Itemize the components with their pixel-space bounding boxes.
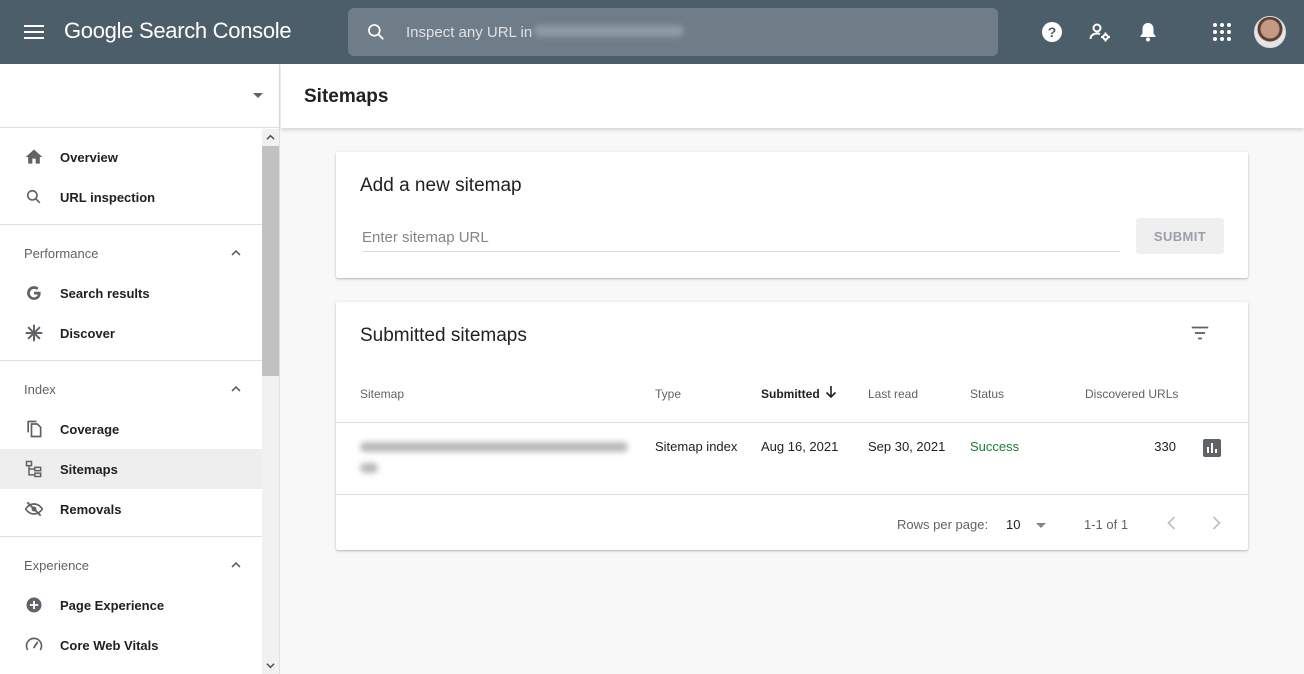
- chevron-up-icon: [231, 385, 241, 392]
- filter-icon[interactable]: [1189, 322, 1211, 344]
- divider: [0, 536, 262, 537]
- divider: [336, 422, 1248, 423]
- card-title: Add a new sitemap: [360, 175, 522, 196]
- sidebar-item-label: Sitemaps: [60, 462, 118, 477]
- arrow-down-icon[interactable]: [824, 385, 838, 399]
- app-title[interactable]: Google Search Console: [64, 18, 292, 44]
- sidebar-item-core-web-vitals[interactable]: Core Web Vitals: [0, 625, 262, 665]
- sidebar-item-label: Core Web Vitals: [60, 638, 159, 653]
- help-icon[interactable]: ?: [1040, 20, 1064, 44]
- svg-text:?: ?: [1048, 24, 1057, 40]
- section-performance[interactable]: Performance: [0, 233, 262, 273]
- sidebar-nav: Overview URL inspection Performance Sear…: [0, 129, 262, 674]
- sidebar-item-sitemaps[interactable]: Sitemaps: [0, 449, 262, 489]
- divider: [0, 360, 262, 361]
- sidebar-item-label: Search results: [60, 286, 150, 301]
- add-circle-icon: [26, 597, 42, 613]
- speed-gauge-icon: [25, 637, 43, 651]
- menu-icon[interactable]: [24, 21, 46, 43]
- google-g-icon: [27, 286, 41, 300]
- column-header-submitted[interactable]: Submitted: [761, 387, 820, 401]
- rows-per-page-value: 10: [1006, 517, 1021, 532]
- column-header-last-read[interactable]: Last read: [868, 387, 918, 401]
- status-badge: Success: [970, 439, 1020, 454]
- sidebar-item-label: Page Experience: [60, 598, 165, 613]
- scrollbar-thumb[interactable]: [262, 146, 279, 376]
- pagination-range: 1-1 of 1: [1084, 517, 1129, 532]
- dropdown-caret-icon: [253, 93, 263, 98]
- chevron-up-icon: [231, 249, 241, 256]
- sidebar-item-label: Coverage: [60, 422, 120, 437]
- submit-button[interactable]: SUBMIT: [1136, 218, 1224, 254]
- add-sitemap-card: Add a new sitemap SUBMIT: [336, 152, 1248, 278]
- sitemap-url-input[interactable]: [362, 224, 1120, 252]
- cell-last-read: Sep 30, 2021: [868, 439, 946, 454]
- sidebar-item-label: Discover: [60, 326, 115, 341]
- sitemap-tree-icon: [25, 460, 42, 478]
- sidebar-item-overview[interactable]: Overview: [0, 137, 262, 177]
- chevron-down-icon[interactable]: [266, 661, 275, 670]
- search-icon: [26, 189, 41, 204]
- chevron-left-icon[interactable]: [1162, 513, 1182, 533]
- sidebar-item-url-inspection[interactable]: URL inspection: [0, 177, 262, 217]
- divider: [336, 494, 1248, 495]
- sidebar-item-page-experience[interactable]: Page Experience: [0, 585, 262, 625]
- chevron-right-icon[interactable]: [1206, 513, 1226, 533]
- chevron-up-icon[interactable]: [266, 133, 275, 142]
- dropdown-caret-icon: [1036, 523, 1046, 528]
- sidebar-item-search-results[interactable]: Search results: [0, 273, 262, 313]
- search-icon: [368, 24, 384, 40]
- sidebar-scrollbar[interactable]: [262, 129, 279, 674]
- sidebar-item-discover[interactable]: Discover: [0, 313, 262, 353]
- cell-discovered-urls: 330: [1154, 439, 1176, 454]
- search-input[interactable]: [406, 18, 986, 46]
- divider: [0, 224, 262, 225]
- section-experience[interactable]: Experience: [0, 545, 262, 585]
- home-icon: [25, 149, 43, 164]
- sidebar-item-label: URL inspection: [60, 190, 156, 205]
- page-header: Sitemaps: [281, 64, 1304, 128]
- notifications-icon[interactable]: [1136, 20, 1160, 44]
- section-label: Performance: [24, 246, 99, 261]
- property-selector[interactable]: [0, 64, 279, 128]
- sidebar-item-label: Overview: [60, 150, 118, 165]
- asterisk-icon: [25, 324, 43, 342]
- sidebar: Overview URL inspection Performance Sear…: [0, 64, 280, 674]
- section-label: Experience: [24, 558, 90, 573]
- property-domain-redacted: [534, 25, 684, 37]
- apps-grid-icon[interactable]: [1210, 20, 1234, 44]
- sidebar-item-label: Removals: [60, 502, 122, 517]
- cell-type: Sitemap index: [655, 439, 738, 454]
- user-settings-icon[interactable]: [1088, 20, 1112, 44]
- column-header-type[interactable]: Type: [655, 387, 681, 401]
- submitted-sitemaps-card: Submitted sitemaps Sitemap Type Submitte…: [336, 302, 1248, 550]
- section-index[interactable]: Index: [0, 369, 262, 409]
- column-header-status[interactable]: Status: [970, 387, 1004, 401]
- card-title: Submitted sitemaps: [360, 325, 527, 346]
- chevron-up-icon: [231, 561, 241, 568]
- bar-chart-icon[interactable]: [1202, 438, 1222, 458]
- sidebar-item-removals[interactable]: Removals: [0, 489, 262, 529]
- copy-pages-icon: [27, 420, 42, 438]
- column-header-sitemap[interactable]: Sitemap: [360, 387, 404, 401]
- sidebar-item-coverage[interactable]: Coverage: [0, 409, 262, 449]
- rows-per-page-select[interactable]: 10: [1006, 513, 1052, 535]
- top-app-bar: Google Search Console ?: [0, 0, 1304, 64]
- column-header-discovered-urls[interactable]: Discovered URLs: [1085, 387, 1178, 401]
- visibility-off-icon: [24, 501, 44, 517]
- section-label: Index: [24, 382, 56, 397]
- account-avatar[interactable]: [1254, 16, 1286, 48]
- sitemap-url-redacted[interactable]: [360, 439, 630, 473]
- cell-submitted: Aug 16, 2021: [761, 439, 839, 454]
- page-title: Sitemaps: [304, 86, 389, 107]
- rows-per-page-label: Rows per page:: [897, 517, 989, 532]
